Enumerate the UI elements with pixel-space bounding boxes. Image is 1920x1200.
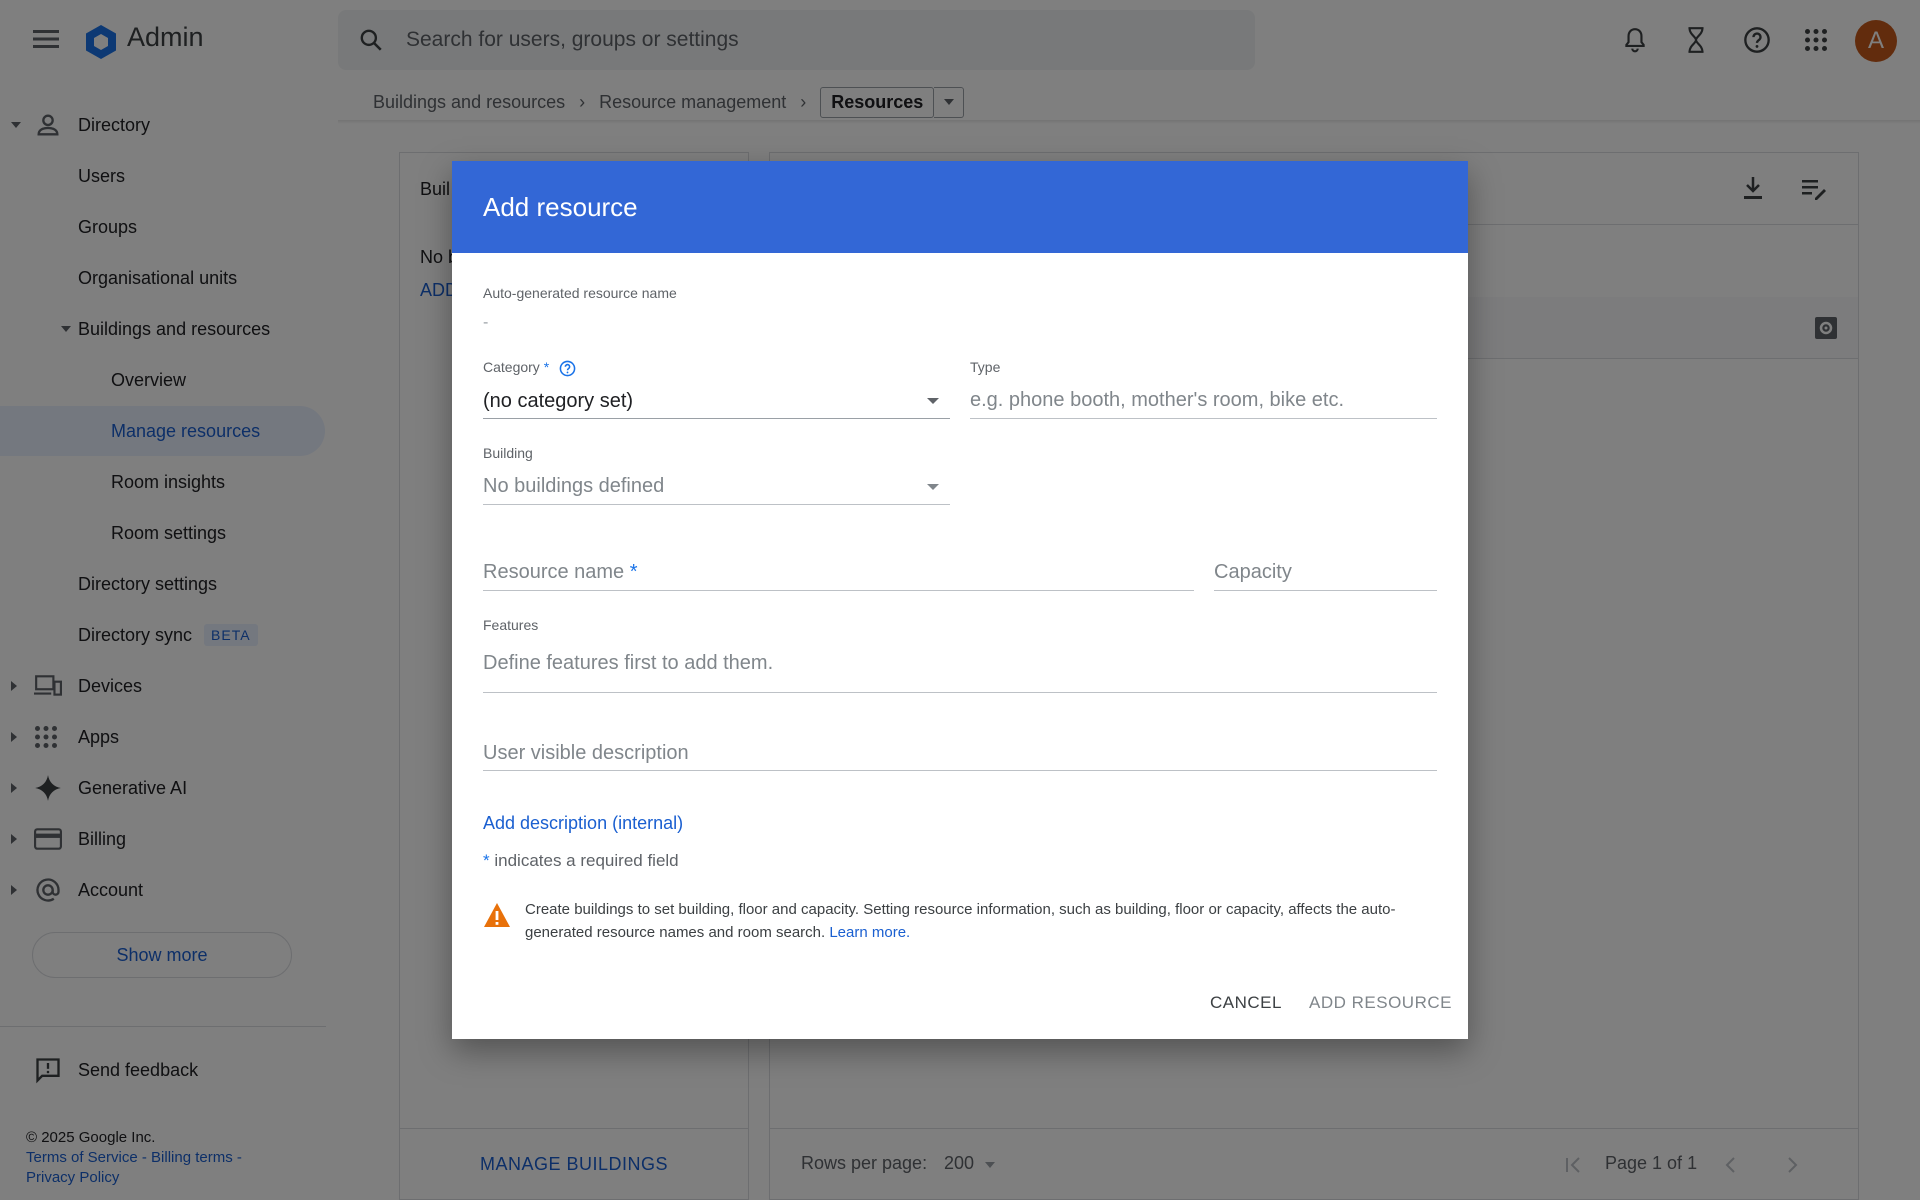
type-input[interactable]: e.g. phone booth, mother's room, bike et… (970, 389, 1344, 412)
add-resource-dialog: Add resource Auto-generated resource nam… (452, 161, 1468, 1039)
required-asterisk: * (543, 359, 550, 375)
resource-name-placeholder: Resource name (483, 561, 625, 583)
building-label: Building (483, 445, 533, 461)
building-select[interactable]: No buildings defined (483, 475, 664, 498)
warning-icon (483, 902, 511, 928)
category-select[interactable]: (no category set) (483, 390, 633, 413)
category-label: Category (483, 359, 540, 375)
warning-text: Create buildings to set building, floor … (525, 901, 1396, 941)
resource-name-input[interactable]: Resource name * (483, 561, 638, 584)
user-description-input[interactable]: User visible description (483, 742, 689, 765)
required-asterisk: * (629, 561, 638, 583)
required-note-text: indicates a required field (494, 851, 679, 870)
add-resource-button[interactable]: ADD RESOURCE (1309, 993, 1452, 1013)
auto-name-label: Auto-generated resource name (483, 285, 677, 301)
features-underline (483, 692, 1437, 693)
capacity-underline (1214, 590, 1437, 591)
features-label: Features (483, 617, 539, 633)
resource-name-underline (483, 590, 1194, 591)
type-underline (970, 418, 1437, 419)
features-input[interactable]: Define features first to add them. (483, 652, 773, 675)
building-underline (483, 504, 950, 505)
required-asterisk: * (483, 851, 490, 870)
help-circle-icon[interactable] (559, 360, 576, 377)
dialog-title: Add resource (452, 161, 1468, 253)
warning-text-block: Create buildings to set building, floor … (525, 898, 1445, 944)
category-label-row: Category * (483, 359, 576, 377)
type-label: Type (970, 359, 1001, 375)
cancel-button[interactable]: CANCEL (1210, 993, 1282, 1013)
add-description-link[interactable]: Add description (internal) (483, 813, 683, 834)
user-description-underline (483, 770, 1437, 771)
capacity-input[interactable]: Capacity (1214, 561, 1292, 584)
category-underline (483, 418, 950, 419)
learn-more-link[interactable]: Learn more. (829, 924, 910, 941)
auto-name-value: - (483, 314, 489, 331)
chevron-down-icon[interactable] (926, 397, 940, 405)
required-note: * indicates a required field (483, 851, 679, 871)
chevron-down-icon[interactable] (926, 483, 940, 491)
